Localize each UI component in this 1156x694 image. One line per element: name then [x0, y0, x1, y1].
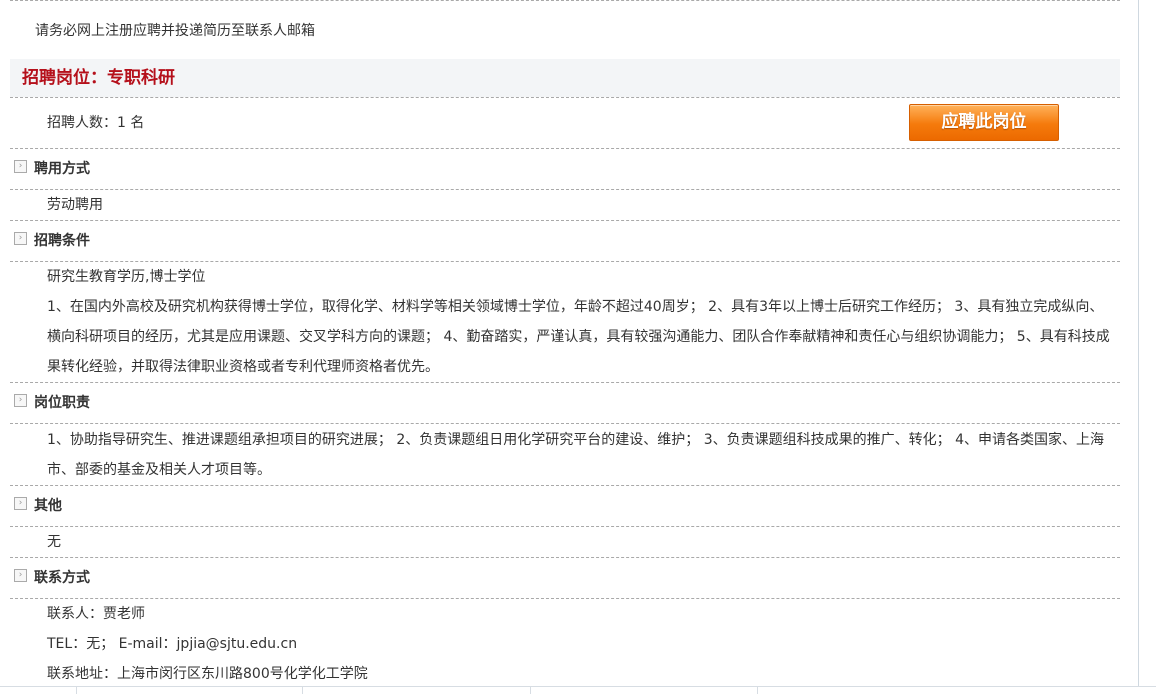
duties-text: 1、协助指导研究生、推进课题组承担项目的研究进展； 2、负责课题组日用化学研究平… [47, 432, 1104, 478]
expand-arrow-icon[interactable]: › [14, 160, 27, 173]
bottom-frame [0, 686, 1156, 694]
section-heading-label: 联系方式 [34, 570, 90, 586]
expand-arrow-icon[interactable]: › [14, 569, 27, 582]
headcount-row: 招聘人数：1 名 应聘此岗位 [10, 98, 1120, 148]
frame-tick [757, 687, 758, 694]
section-employment-heading: › 聘用方式 [10, 149, 1120, 189]
expand-arrow-icon[interactable]: › [14, 394, 27, 407]
apply-button[interactable]: 应聘此岗位 [909, 104, 1059, 141]
employment-text: 劳动聘用 [47, 197, 103, 213]
job-posting-page: 请务必网上注册应聘并投递简历至联系人邮箱 招聘岗位：专职科研 招聘人数：1 名 … [0, 0, 1156, 694]
expand-arrow-icon[interactable]: › [14, 497, 27, 510]
scroll-frame-edge [1138, 0, 1139, 694]
section-conditions-heading: › 招聘条件 [10, 221, 1120, 261]
section-heading-label: 其他 [34, 498, 62, 514]
job-title: 招聘岗位：专职科研 [10, 59, 1120, 97]
contact-address: 联系地址：上海市闵行区东川路800号化学化工学院 [47, 666, 368, 682]
expand-arrow-icon[interactable]: › [14, 232, 27, 245]
frame-tick [76, 687, 77, 694]
section-duties-heading: › 岗位职责 [10, 383, 1120, 423]
notice-text: 请务必网上注册应聘并投递简历至联系人邮箱 [35, 23, 315, 39]
frame-tick [302, 687, 303, 694]
degree-requirement: 研究生教育学历,博士学位 [47, 269, 206, 285]
job-detail: 请务必网上注册应聘并投递简历至联系人邮箱 招聘岗位：专职科研 招聘人数：1 名 … [10, 0, 1120, 689]
section-heading-label: 岗位职责 [34, 395, 90, 411]
contact-tel-email: TEL：无； E-mail：jpjia@sjtu.edu.cn [47, 636, 298, 652]
section-heading-label: 聘用方式 [34, 161, 90, 177]
conditions-text: 1、在国内外高校及研究机构获得博士学位，取得化学、材料学等相关领域博士学位，年龄… [47, 299, 1110, 375]
section-contact-heading: › 联系方式 [10, 558, 1120, 598]
section-other-heading: › 其他 [10, 486, 1120, 526]
contact-person: 联系人：贾老师 [47, 606, 145, 622]
section-heading-label: 招聘条件 [34, 233, 90, 249]
other-text: 无 [47, 534, 61, 550]
frame-tick [530, 687, 531, 694]
